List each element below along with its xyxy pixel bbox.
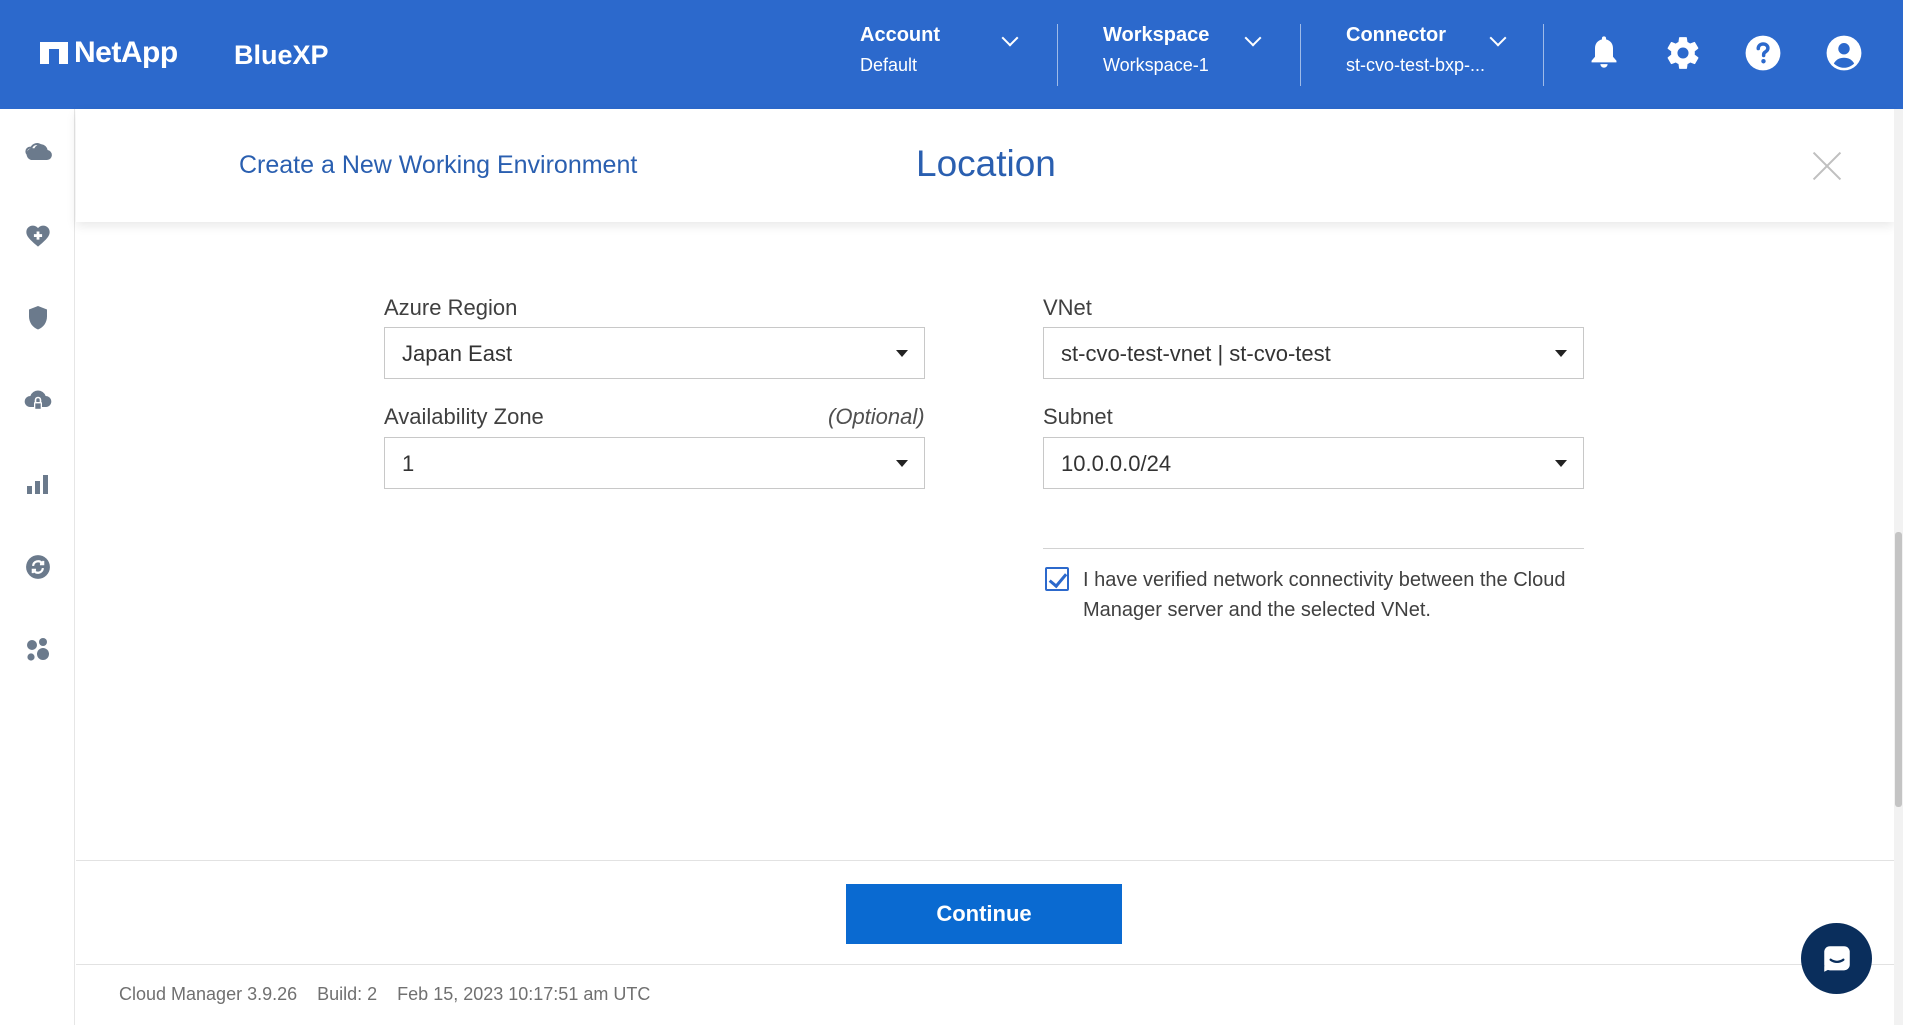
netapp-logo-icon [40, 42, 68, 64]
header-divider [1543, 24, 1544, 86]
footer-divider [76, 860, 1894, 861]
brand-name: NetApp [74, 36, 178, 69]
status-bar: Cloud Manager 3.9.26 Build: 2 Feb 15, 20… [119, 984, 650, 1005]
connector-menu[interactable]: Connector st-cvo-test-bxp-... [1346, 24, 1511, 86]
gear-icon[interactable] [1663, 33, 1703, 73]
netapp-logo[interactable]: NetApp [40, 36, 178, 70]
connector-value: st-cvo-test-bxp-... [1346, 55, 1486, 75]
chat-icon [1823, 945, 1850, 972]
vnet-value: st-cvo-test-vnet | st-cvo-test [1061, 341, 1331, 366]
header-divider [1300, 24, 1301, 86]
workspace-label: Workspace [1103, 24, 1210, 46]
wizard-header: Create a New Working Environment Locatio… [76, 109, 1894, 222]
azure-region-value: Japan East [402, 341, 513, 366]
account-label: Account [860, 24, 940, 46]
availability-zone-value: 1 [402, 451, 415, 476]
subnet-select[interactable]: 10.0.0.0/24 [1043, 437, 1584, 489]
chat-button[interactable] [1801, 923, 1872, 994]
azure-region-select[interactable]: Japan East [384, 327, 925, 379]
continue-button[interactable]: Continue [846, 884, 1122, 944]
header-divider [1057, 24, 1058, 86]
help-icon[interactable] [1743, 33, 1783, 73]
form-divider [1043, 548, 1584, 549]
caret-down-icon [1555, 350, 1567, 357]
health-icon[interactable] [22, 219, 54, 251]
account-value: Default [860, 55, 918, 75]
hexagons-icon[interactable] [22, 634, 54, 666]
user-icon[interactable] [1824, 33, 1864, 73]
bar-chart-icon[interactable] [22, 468, 54, 500]
window-edge [1903, 0, 1920, 1025]
caret-down-icon [896, 350, 908, 357]
sync-icon[interactable] [22, 551, 54, 583]
scrollbar-thumb[interactable] [1895, 532, 1902, 807]
product-name: BlueXP [234, 40, 329, 70]
top-header: NetApp BlueXP Account Default Workspace … [0, 0, 1903, 109]
left-sidebar [0, 109, 75, 1025]
availability-zone-select[interactable]: 1 [384, 437, 925, 489]
verify-connectivity-text: I have verified network connectivity bet… [1083, 569, 1566, 621]
vnet-select[interactable]: st-cvo-test-vnet | st-cvo-test [1043, 327, 1584, 379]
caret-down-icon [896, 460, 908, 467]
account-menu[interactable]: Account Default [860, 24, 1020, 86]
page-title: Location [916, 143, 1056, 184]
status-divider [76, 964, 1894, 965]
verify-connectivity-checkbox[interactable] [1045, 567, 1069, 591]
workspace-menu[interactable]: Workspace Workspace-1 [1103, 24, 1263, 86]
wizard-subtitle: Create a New Working Environment [239, 151, 638, 179]
subnet-label: Subnet [1043, 404, 1113, 429]
workspace-value: Workspace-1 [1103, 55, 1209, 75]
availability-zone-label: Availability Zone [384, 404, 544, 429]
cloud-lock-icon[interactable] [22, 385, 54, 417]
cloud-icon[interactable] [22, 136, 54, 168]
caret-down-icon [1555, 460, 1567, 467]
shield-icon[interactable] [22, 302, 54, 334]
optional-label: (Optional) [828, 404, 925, 429]
build-text: Build: 2 [317, 984, 378, 1004]
connector-label: Connector [1346, 24, 1446, 46]
timestamp-text: Feb 15, 2023 10:17:51 am UTC [397, 984, 651, 1004]
azure-region-label: Azure Region [384, 295, 518, 320]
version-text: Cloud Manager 3.9.26 [119, 984, 298, 1004]
close-icon[interactable] [1810, 149, 1844, 183]
bell-icon[interactable] [1584, 33, 1624, 73]
subnet-value: 10.0.0.0/24 [1061, 451, 1172, 476]
vnet-label: VNet [1043, 295, 1092, 320]
